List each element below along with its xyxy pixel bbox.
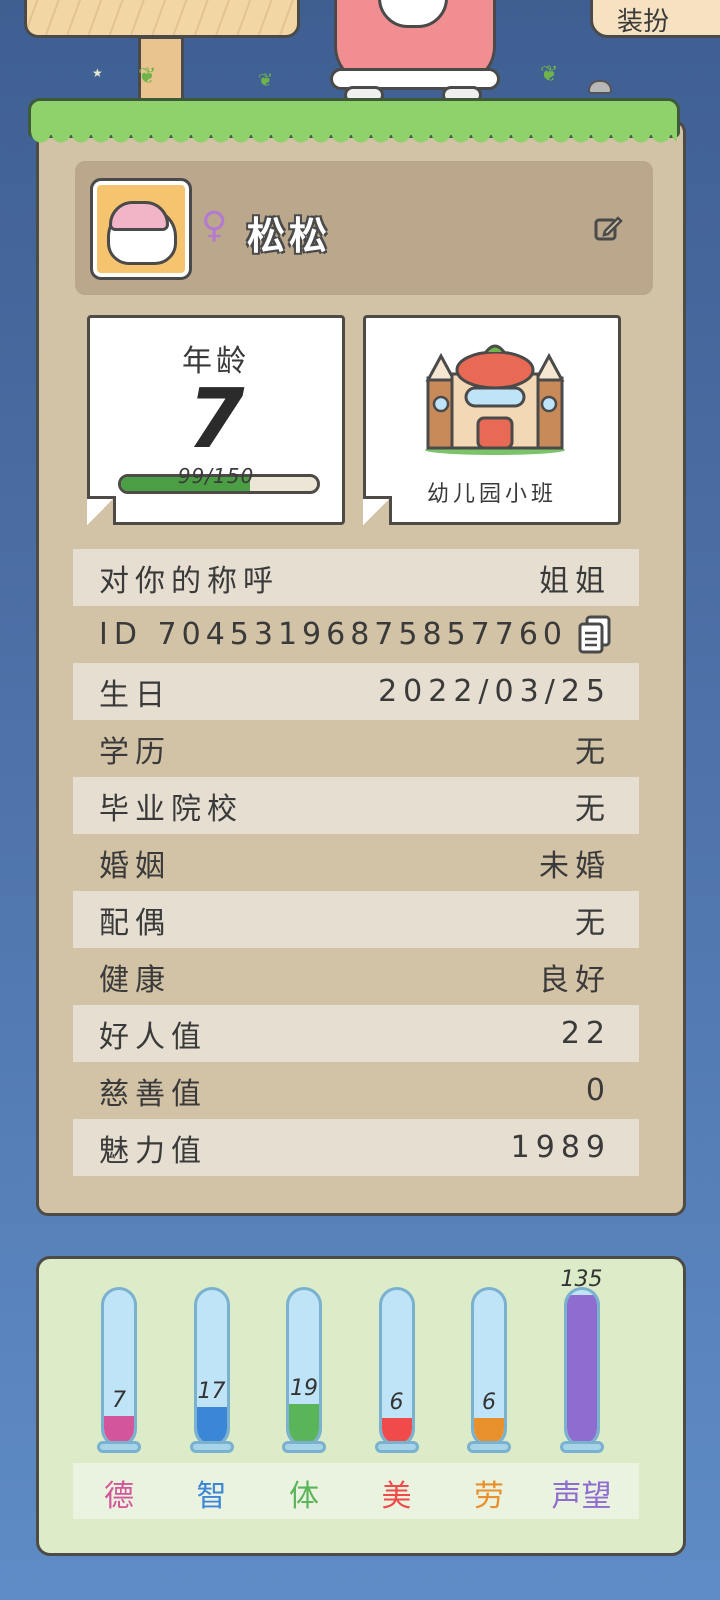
stat-tube bbox=[286, 1287, 322, 1447]
stat-tube-fill bbox=[104, 1416, 134, 1444]
stat-tube-fill bbox=[196, 1407, 227, 1444]
stat-tube-base bbox=[189, 1441, 234, 1453]
stat-tube bbox=[471, 1287, 507, 1447]
sprout-icon: ❦ bbox=[258, 70, 274, 91]
info-label: 魅力值 bbox=[99, 1133, 207, 1169]
school-name: 幼儿园小班 bbox=[426, 482, 557, 507]
info-row-charm: 魅力值 1989 bbox=[73, 1119, 639, 1176]
female-icon: ♀ bbox=[201, 205, 228, 246]
info-value: 2022/03/25 bbox=[378, 674, 611, 709]
stat-tube-base bbox=[282, 1441, 326, 1453]
info-row-health: 健康 良好 bbox=[73, 948, 639, 1005]
stat-tube-base bbox=[467, 1441, 511, 1453]
info-label: 好人值 bbox=[99, 1019, 207, 1055]
stat-value: 17 bbox=[197, 1379, 226, 1405]
profile-name: 松松 bbox=[247, 214, 332, 258]
info-row-title: 对你的称呼 姐姐 bbox=[73, 549, 639, 606]
info-label: 慈善值 bbox=[99, 1076, 207, 1112]
kindergarten-icon bbox=[425, 344, 565, 455]
character-figure[interactable] bbox=[330, 0, 500, 108]
info-value: 22 bbox=[560, 1016, 611, 1051]
stat-tube bbox=[193, 1287, 230, 1447]
stat-value: 6 bbox=[389, 1389, 404, 1415]
info-row-charity: 慈善值 0 bbox=[73, 1062, 639, 1119]
stat-value: 6 bbox=[482, 1389, 496, 1415]
info-value: 无 bbox=[575, 905, 611, 941]
info-label: 毕业院校 bbox=[99, 791, 243, 827]
stat-value: 7 bbox=[112, 1388, 126, 1414]
avatar-hair bbox=[109, 201, 169, 231]
info-value: 1989 bbox=[510, 1130, 611, 1165]
info-value: 0 bbox=[585, 1073, 611, 1108]
avatar[interactable] bbox=[90, 178, 192, 280]
stat-tube-base bbox=[559, 1441, 604, 1453]
copy-icon[interactable] bbox=[577, 615, 611, 655]
stat-tube bbox=[378, 1287, 415, 1447]
info-row-spouse: 配偶 无 bbox=[73, 891, 639, 948]
stat-label: 智 bbox=[196, 1479, 227, 1514]
stat-tube-base bbox=[97, 1441, 141, 1453]
stat-value: 135 bbox=[560, 1267, 603, 1292]
stat-tube-fill bbox=[566, 1294, 597, 1444]
age-value: 7 bbox=[187, 372, 245, 467]
profile-header: ♀ 松松 bbox=[75, 161, 653, 295]
stat-value: 19 bbox=[290, 1375, 318, 1401]
info-label: 婚姻 bbox=[99, 848, 171, 884]
info-row-birthday: 生日 2022/03/25 bbox=[73, 663, 639, 720]
age-panel: 年龄 7 99/150 bbox=[87, 315, 345, 525]
info-value: 姐姐 bbox=[539, 563, 611, 599]
info-label: 学历 bbox=[99, 734, 171, 770]
info-row-marriage: 婚姻 未婚 bbox=[73, 834, 639, 891]
age-progress-text: 99/150 bbox=[177, 464, 255, 488]
info-list: 对你的称呼 姐姐 ID 70453196875857760 生日 2022/03… bbox=[73, 549, 639, 1176]
star-icon: ★ bbox=[92, 66, 103, 80]
info-row-id: ID 70453196875857760 bbox=[73, 606, 639, 663]
profile-card: ♀ 松松 年龄 7 99/150 幼儿园小班 对你的称呼 姐姐 ID 70453… bbox=[36, 120, 686, 1216]
stat-tube-base bbox=[374, 1441, 419, 1453]
stat-label: 声望 bbox=[551, 1479, 612, 1514]
info-label: 健康 bbox=[99, 962, 171, 998]
edit-icon[interactable] bbox=[593, 213, 623, 243]
info-label: ID bbox=[99, 617, 143, 652]
sprout-icon: ❦ bbox=[138, 64, 157, 89]
info-row-education: 学历 无 bbox=[73, 720, 639, 777]
info-label: 生日 bbox=[99, 677, 171, 713]
stat-label: 美 bbox=[381, 1479, 412, 1514]
stats-panel: 7 德 17 智 19 体 6 美 6 劳 135 声望 bbox=[36, 1256, 686, 1556]
stat-label: 德 bbox=[104, 1479, 134, 1514]
stat-label: 劳 bbox=[474, 1479, 504, 1514]
info-row-kindness: 好人值 22 bbox=[73, 1005, 639, 1062]
info-value: 70453196875857760 bbox=[157, 617, 567, 652]
info-label: 配偶 bbox=[99, 905, 171, 941]
info-value: 未婚 bbox=[539, 848, 611, 884]
stat-tube bbox=[563, 1287, 600, 1447]
info-row-school: 毕业院校 无 bbox=[73, 777, 639, 834]
info-value: 良好 bbox=[539, 962, 611, 998]
sprout-icon: ❦ bbox=[540, 62, 559, 87]
info-value: 无 bbox=[575, 791, 611, 827]
grass-ledge bbox=[28, 98, 680, 147]
rock bbox=[588, 80, 612, 94]
info-value: 无 bbox=[575, 734, 611, 770]
info-label: 对你的称呼 bbox=[99, 563, 279, 599]
school-panel[interactable]: 幼儿园小班 bbox=[363, 315, 621, 525]
dress-up-button[interactable]: 装扮 bbox=[590, 0, 720, 38]
stat-tube-fill bbox=[289, 1403, 319, 1444]
stat-label: 体 bbox=[289, 1479, 319, 1514]
stat-tube bbox=[101, 1287, 137, 1447]
wooden-sign bbox=[24, 0, 300, 38]
